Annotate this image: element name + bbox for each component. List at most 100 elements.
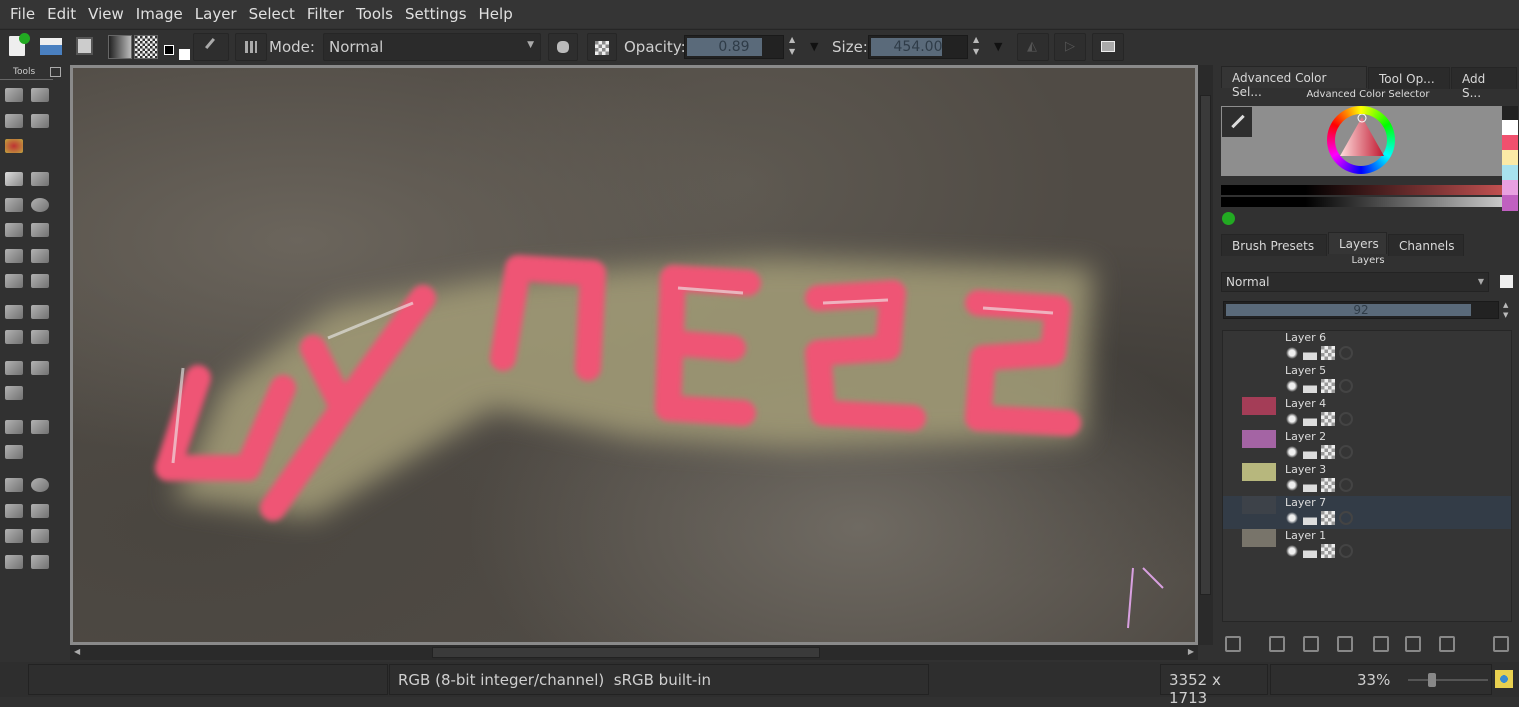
tab-advanced-color-selector[interactable]: Advanced Color Sel... (1221, 66, 1367, 99)
rect-select-icon[interactable] (5, 478, 23, 493)
canvas-area[interactable] (70, 65, 1198, 645)
vertical-scrollbar[interactable] (1198, 65, 1213, 645)
menu-settings[interactable]: Settings (399, 5, 473, 23)
ellipse-icon[interactable] (31, 197, 49, 212)
new-document-icon[interactable] (9, 33, 30, 56)
size-slider[interactable]: 454.00 (868, 35, 968, 59)
select-shapes-icon[interactable] (5, 88, 23, 102)
inherit-alpha-icon[interactable] (1339, 379, 1353, 393)
similar-select-icon[interactable] (31, 554, 49, 569)
layer-row[interactable]: Layer 3 (1223, 463, 1511, 496)
color-swatch[interactable] (1502, 165, 1518, 181)
open-document-icon[interactable] (40, 38, 62, 55)
gradient-tool-icon[interactable] (5, 386, 23, 401)
fill-icon[interactable] (5, 139, 23, 153)
move-up-icon[interactable] (1337, 636, 1353, 652)
blend-mode-dropdown[interactable]: Normal ▼ (323, 33, 541, 61)
color-swatch[interactable] (1502, 150, 1518, 166)
alpha-lock-icon[interactable] (1321, 379, 1335, 393)
menu-view[interactable]: View (82, 5, 130, 23)
polygon-icon[interactable] (5, 223, 23, 238)
transform-icon[interactable] (5, 330, 23, 345)
visibility-eye-icon[interactable] (1285, 445, 1299, 459)
visibility-eye-icon[interactable] (1285, 346, 1299, 360)
size-stepper[interactable]: ▲ ▼ (973, 34, 979, 58)
layer-properties-icon[interactable] (1439, 636, 1455, 652)
brush-preset-button[interactable] (193, 33, 229, 61)
alpha-lock-icon[interactable] (1321, 478, 1335, 492)
horizontal-scrollbar[interactable]: ◀ ▶ (70, 645, 1198, 660)
color-swatch[interactable] (1502, 180, 1518, 196)
perspective-icon[interactable] (31, 330, 49, 345)
visibility-eye-icon[interactable] (1285, 379, 1299, 393)
opacity-dropdown-icon[interactable]: ▼ (810, 40, 818, 53)
lock-icon[interactable] (1303, 478, 1317, 492)
inherit-alpha-icon[interactable] (1339, 346, 1353, 360)
polygon-select-icon[interactable] (5, 503, 23, 518)
bezier-icon[interactable] (5, 248, 23, 263)
inherit-alpha-icon[interactable] (1339, 511, 1353, 525)
line-icon[interactable] (31, 172, 49, 187)
inherit-alpha-icon[interactable] (1339, 478, 1353, 492)
visibility-eye-icon[interactable] (1285, 544, 1299, 558)
move-icon[interactable] (31, 304, 49, 319)
dynamic-brush-icon[interactable] (31, 274, 49, 289)
layer-opacity-stepper[interactable]: ▲ ▼ (1503, 300, 1508, 320)
tab-brush-presets[interactable]: Brush Presets (1221, 234, 1327, 256)
vertical-scroll-thumb[interactable] (1200, 95, 1211, 595)
layer-options-icon[interactable] (1500, 275, 1513, 288)
color-selector-panel[interactable] (1221, 106, 1502, 176)
visibility-eye-icon[interactable] (1285, 412, 1299, 426)
pattern-edit-icon[interactable] (5, 113, 23, 128)
measure-icon[interactable] (5, 419, 23, 434)
bezier-select-icon[interactable] (5, 554, 23, 569)
color-picker-icon[interactable] (31, 360, 49, 375)
ellipse-select-icon[interactable] (31, 478, 49, 493)
lock-icon[interactable] (1303, 379, 1317, 393)
brush-settings-button[interactable] (235, 33, 267, 61)
zoom-slider[interactable] (1408, 673, 1488, 687)
lock-icon[interactable] (1303, 346, 1317, 360)
freehand-select-icon[interactable] (31, 503, 49, 518)
inherit-alpha-icon[interactable] (1339, 445, 1353, 459)
horizontal-scroll-thumb[interactable] (432, 647, 820, 658)
layer-opacity-slider[interactable]: 92 (1223, 301, 1499, 319)
delete-layer-icon[interactable] (1493, 636, 1509, 652)
erase-mode-button[interactable] (548, 33, 578, 61)
grid-icon[interactable] (5, 445, 23, 459)
alpha-lock-icon[interactable] (1321, 544, 1335, 558)
refresh-icon[interactable] (1222, 212, 1235, 225)
scroll-right-icon[interactable]: ▶ (1188, 647, 1194, 656)
alpha-lock-icon[interactable] (1321, 346, 1335, 360)
fg-bg-color-icon[interactable] (164, 36, 190, 60)
add-layer-icon[interactable] (1225, 636, 1241, 652)
preserve-alpha-button[interactable] (587, 33, 617, 61)
polyline-icon[interactable] (31, 223, 49, 238)
color-slider-2[interactable] (1221, 197, 1502, 207)
tab-tool-options[interactable]: Tool Op... (1368, 67, 1450, 89)
fill-bucket-icon[interactable] (5, 360, 23, 375)
layer-row[interactable]: Layer 4 (1223, 397, 1511, 430)
layer-blend-mode-dropdown[interactable]: Normal ▼ (1221, 272, 1489, 292)
menu-filter[interactable]: Filter (301, 5, 350, 23)
calligraphy-icon[interactable] (31, 113, 49, 128)
magic-wand-icon[interactable] (31, 529, 49, 544)
layer-row[interactable]: Layer 7 (1223, 496, 1511, 529)
workspace-button[interactable] (1092, 33, 1124, 61)
color-swatch[interactable] (1502, 120, 1518, 136)
visibility-eye-icon[interactable] (1285, 478, 1299, 492)
menu-layer[interactable]: Layer (189, 5, 243, 23)
menu-edit[interactable]: Edit (41, 5, 82, 23)
artwork-canvas[interactable] (73, 68, 1195, 642)
gradient-icon[interactable] (108, 35, 132, 59)
color-picker-button[interactable] (1222, 107, 1252, 137)
lock-icon[interactable] (1303, 412, 1317, 426)
mirror-vertical-button[interactable]: ▷ (1054, 33, 1086, 61)
layer-row[interactable]: Layer 1 (1223, 529, 1511, 562)
rectangle-icon[interactable] (5, 197, 23, 212)
opacity-slider[interactable]: 0.89 (684, 35, 784, 59)
color-slider-1[interactable] (1221, 185, 1502, 195)
layer-list[interactable]: Layer 6 Layer 5 Layer 4 Layer 2 Layer 3 Layer… (1222, 330, 1512, 622)
tab-channels[interactable]: Channels (1388, 234, 1464, 256)
contiguous-select-icon[interactable] (5, 529, 23, 544)
